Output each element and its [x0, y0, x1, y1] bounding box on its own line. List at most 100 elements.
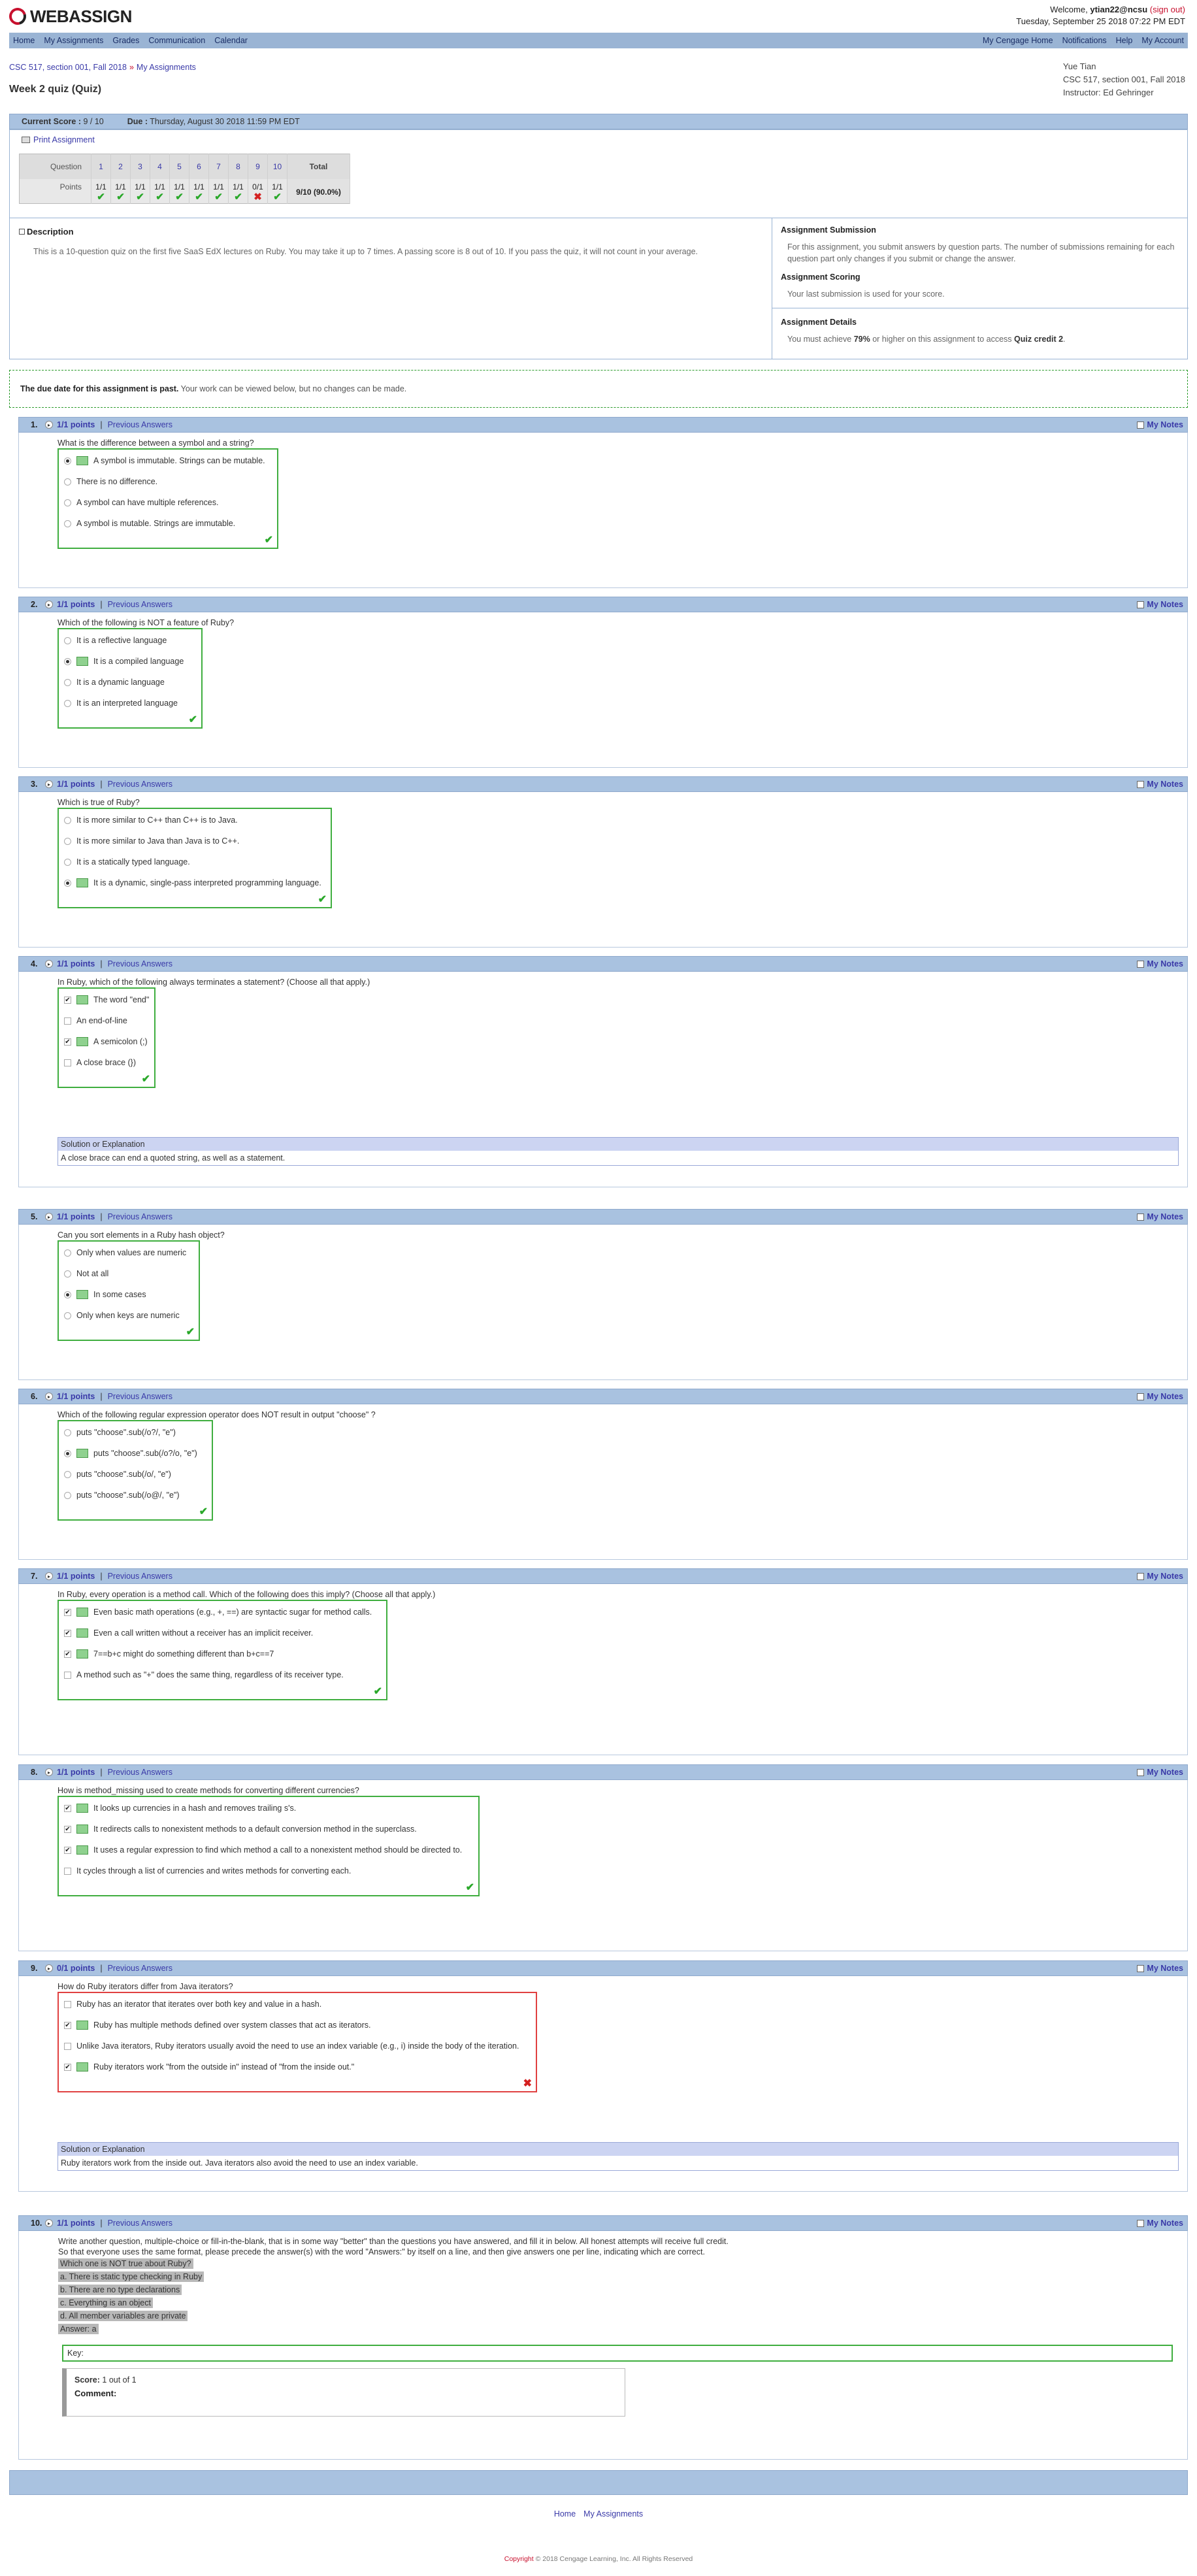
radio-button[interactable] [64, 678, 71, 686]
nav-link[interactable]: My Cengage Home [983, 36, 1053, 45]
notes-checkbox[interactable] [1137, 1393, 1145, 1400]
question-link[interactable]: 7 [216, 162, 221, 171]
answer-option[interactable]: ✔ It uses a regular expression to find wh… [64, 1845, 462, 1855]
notes-checkbox[interactable] [1137, 780, 1145, 788]
notes-checkbox[interactable] [1137, 960, 1145, 968]
radio-button[interactable] [64, 1470, 71, 1478]
question-link[interactable]: 4 [157, 162, 162, 171]
answer-option[interactable]: puts "choose".sub(/o?/o, "e") [64, 1449, 197, 1458]
previous-answers-link[interactable]: Previous Answers [108, 1392, 172, 1401]
radio-button[interactable] [64, 657, 71, 665]
question-link[interactable]: 8 [236, 162, 240, 171]
expand-icon[interactable]: ▸ [45, 780, 53, 788]
question-link[interactable]: 1 [99, 162, 103, 171]
answer-option[interactable]: Ruby has an iterator that iterates over … [64, 2000, 321, 2009]
checkbox[interactable]: ✔ [64, 1038, 71, 1046]
radio-button[interactable] [64, 879, 71, 887]
question-points[interactable]: 1/1 points [57, 1212, 95, 1221]
nav-link[interactable]: My Assignments [44, 36, 103, 45]
my-notes-toggle[interactable]: My Notes [1137, 959, 1183, 968]
answer-option[interactable]: It is more similar to C++ than C++ is to… [64, 816, 238, 825]
copyright-word[interactable]: Copyright [504, 2555, 534, 2563]
answer-option[interactable]: puts "choose".sub(/o/, "e") [64, 1470, 171, 1479]
radio-button[interactable] [64, 636, 71, 644]
checkbox[interactable] [64, 2042, 71, 2050]
breadcrumb-course[interactable]: CSC 517, section 001, Fall 2018 [9, 63, 127, 72]
question-link[interactable]: 10 [273, 162, 282, 171]
expand-icon[interactable]: ▸ [45, 2219, 53, 2227]
notes-checkbox[interactable] [1137, 601, 1145, 608]
radio-button[interactable] [64, 499, 71, 506]
radio-button[interactable] [64, 1312, 71, 1319]
answer-option[interactable]: ✔ 7==b+c might do something different tha… [64, 1649, 274, 1659]
details-link[interactable]: Quiz credit 2 [1014, 335, 1063, 344]
notes-checkbox[interactable] [1137, 1768, 1145, 1776]
answer-option[interactable]: Unlike Java iterators, Ruby iterators us… [64, 2041, 519, 2051]
question-link[interactable]: 9 [255, 162, 260, 171]
answer-option[interactable]: It is a reflective language [64, 636, 167, 645]
expand-icon[interactable]: ▸ [45, 960, 53, 968]
expand-icon[interactable]: ▸ [45, 1768, 53, 1776]
checkbox[interactable]: ✔ [64, 1846, 71, 1854]
question-points[interactable]: 1/1 points [57, 1392, 95, 1401]
checkbox[interactable]: ✔ [64, 1608, 71, 1616]
nav-link[interactable]: Notifications [1062, 36, 1107, 45]
my-notes-toggle[interactable]: My Notes [1137, 600, 1183, 609]
previous-answers-link[interactable]: Previous Answers [108, 780, 172, 789]
checkbox[interactable] [64, 2000, 71, 2008]
radio-button[interactable] [64, 520, 71, 527]
answer-option[interactable]: ✔ It redirects calls to nonexistent metho… [64, 1825, 417, 1834]
checkbox[interactable]: ✔ [64, 1650, 71, 1658]
radio-button[interactable] [64, 816, 71, 824]
answer-option[interactable]: It is more similar to Java than Java is … [64, 836, 239, 846]
notes-checkbox[interactable] [1137, 421, 1145, 429]
checkbox[interactable] [64, 1017, 71, 1025]
answer-option[interactable]: A symbol is mutable. Strings are immutab… [64, 519, 235, 528]
radio-button[interactable] [64, 837, 71, 845]
answer-option[interactable]: ✔ Ruby has multiple methods defined over … [64, 2021, 371, 2030]
answer-option[interactable]: ✔ A semicolon (;) [64, 1037, 148, 1046]
question-points[interactable]: 1/1 points [57, 1572, 95, 1581]
radio-button[interactable] [64, 1428, 71, 1436]
answer-option[interactable]: It is an interpreted language [64, 699, 178, 708]
checkbox[interactable]: ✔ [64, 1825, 71, 1833]
footer-link[interactable]: My Assignments [583, 2509, 643, 2518]
previous-answers-link[interactable]: Previous Answers [108, 1964, 172, 1973]
answer-option[interactable]: A close brace (}) [64, 1058, 136, 1067]
answer-option[interactable]: ✔ Even a call written without a receiver … [64, 1628, 313, 1638]
radio-button[interactable] [64, 457, 71, 465]
answer-option[interactable]: ✔ Even basic math operations (e.g., +, ==… [64, 1608, 372, 1617]
expand-icon[interactable]: ▸ [45, 1393, 53, 1400]
radio-button[interactable] [64, 858, 71, 866]
previous-answers-link[interactable]: Previous Answers [108, 600, 172, 609]
notes-checkbox[interactable] [1137, 1572, 1145, 1580]
nav-link[interactable]: Communication [148, 36, 205, 45]
answer-option[interactable]: It is a dynamic, single-pass interpreted… [64, 878, 321, 887]
expand-icon[interactable]: ▸ [45, 421, 53, 429]
checkbox[interactable]: ✔ [64, 1629, 71, 1637]
question-points[interactable]: 1/1 points [57, 959, 95, 968]
answer-option[interactable]: It cycles through a list of currencies a… [64, 1866, 351, 1875]
answer-option[interactable]: Not at all [64, 1269, 108, 1278]
my-notes-toggle[interactable]: My Notes [1137, 420, 1183, 429]
question-points[interactable]: 1/1 points [57, 420, 95, 429]
question-link[interactable]: 3 [138, 162, 142, 171]
notes-checkbox[interactable] [1137, 2219, 1145, 2227]
expand-icon[interactable]: ▸ [45, 601, 53, 608]
answer-option[interactable]: It is a compiled language [64, 657, 184, 666]
my-notes-toggle[interactable]: My Notes [1137, 780, 1183, 789]
answer-option[interactable]: There is no difference. [64, 477, 157, 486]
radio-button[interactable] [64, 478, 71, 486]
answer-option[interactable]: Only when values are numeric [64, 1248, 186, 1257]
answer-option[interactable]: ✔ Ruby iterators work "from the outside i… [64, 2062, 354, 2072]
previous-answers-link[interactable]: Previous Answers [108, 1768, 172, 1777]
previous-answers-link[interactable]: Previous Answers [108, 959, 172, 968]
answer-option[interactable]: ✔ It looks up currencies in a hash and re… [64, 1804, 296, 1813]
notes-checkbox[interactable] [1137, 1213, 1145, 1221]
checkbox[interactable]: ✔ [64, 2021, 71, 2029]
answer-option[interactable]: puts "choose".sub(/o@/, "e") [64, 1491, 180, 1500]
radio-button[interactable] [64, 1449, 71, 1457]
nav-link[interactable]: Help [1116, 36, 1133, 45]
collapse-toggle-icon[interactable] [19, 229, 25, 235]
notes-checkbox[interactable] [1137, 1964, 1145, 1972]
